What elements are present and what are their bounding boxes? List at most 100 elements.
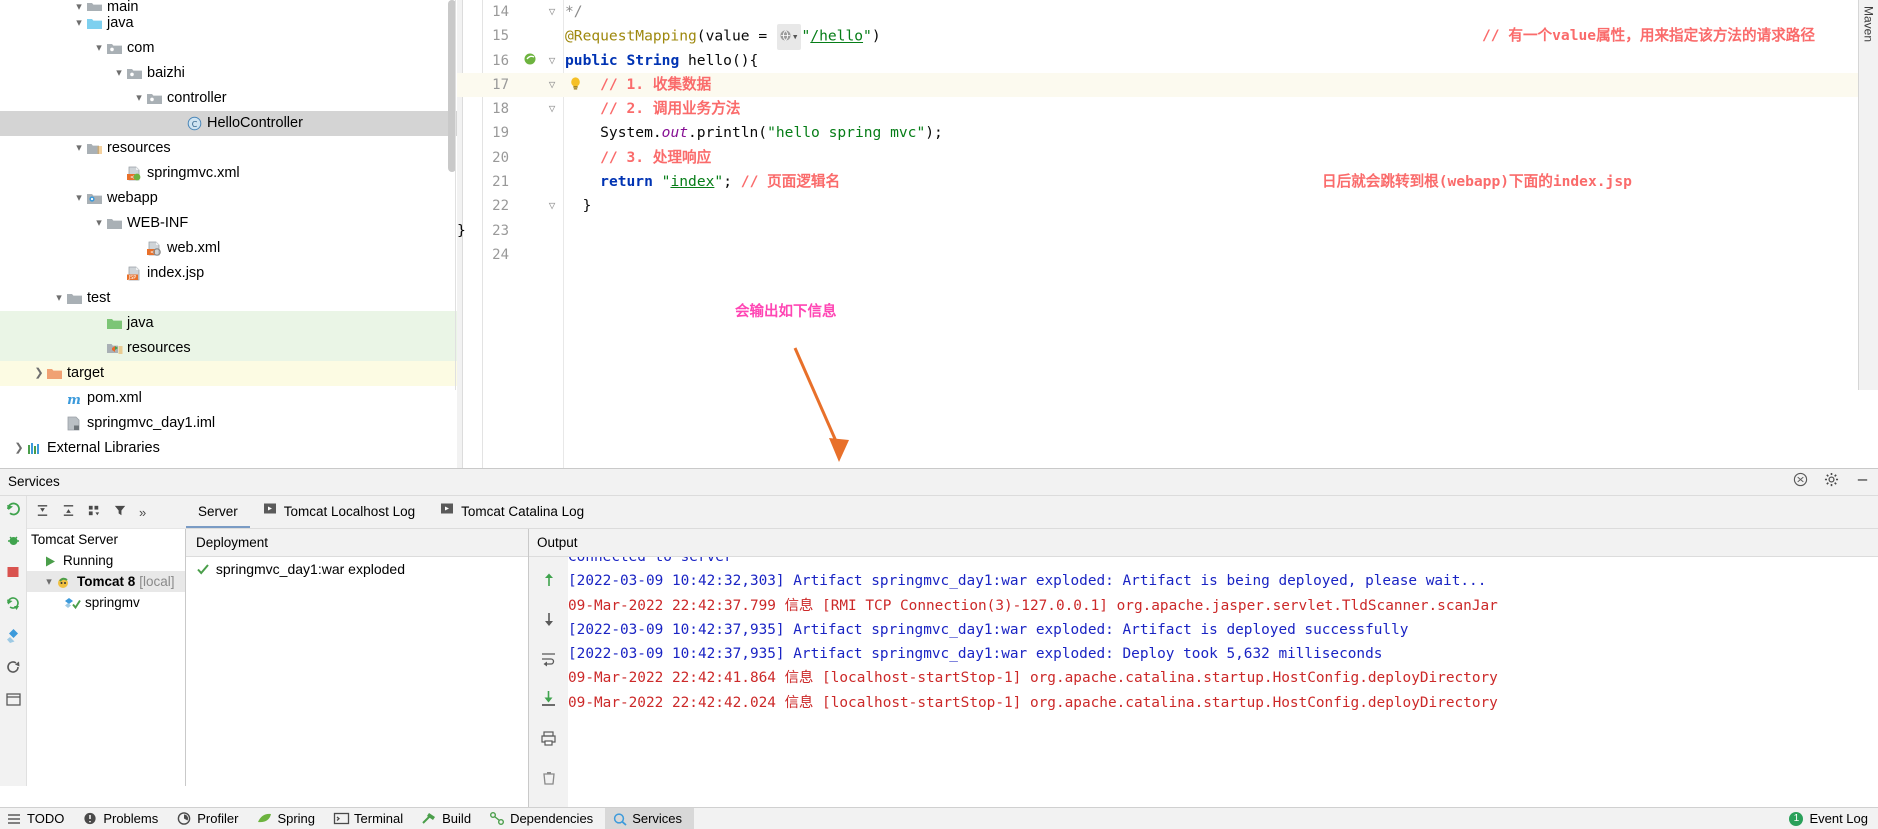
group-icon[interactable]: [87, 503, 102, 521]
project-tree-row[interactable]: ▾ java: [0, 11, 457, 36]
debug-icon[interactable]: [5, 532, 22, 552]
project-tree-row[interactable]: ▾JSP index.jsp: [0, 261, 457, 286]
tree-expand-arrow-icon[interactable]: ▾: [92, 36, 106, 61]
project-tree-row[interactable]: ▾< web.xml: [0, 236, 457, 261]
status-bar-item[interactable]: Profiler: [170, 808, 250, 829]
restart-icon[interactable]: [5, 659, 22, 679]
status-bar-item[interactable]: Services: [605, 807, 695, 829]
maven-tool-strip[interactable]: Maven: [1858, 0, 1878, 390]
code-fold-marker[interactable]: ▽: [545, 73, 559, 97]
project-tree-row[interactable]: ❯ External Libraries: [0, 436, 457, 461]
services-tab[interactable]: Tomcat Localhost Log: [250, 495, 427, 528]
expand-all-icon[interactable]: [35, 503, 50, 521]
services-tab[interactable]: Server: [186, 495, 250, 528]
redeploy-icon[interactable]: [5, 595, 22, 615]
rerun-icon[interactable]: [5, 500, 22, 520]
help-icon[interactable]: [1793, 472, 1808, 490]
code-editor[interactable]: 14 ▽ */ 15 @RequestMapping(value = ▾ "/hello…: [457, 0, 1878, 468]
scroll-to-end-icon[interactable]: [540, 690, 557, 710]
tree-expand-arrow-icon[interactable]: ▾: [72, 11, 86, 36]
project-tree-row[interactable]: ▾ controller: [0, 86, 457, 111]
project-tree-row[interactable]: ▾ springmvc_day1.iml: [0, 411, 457, 436]
deployment-column[interactable]: Deployment springmvc_day1:war exploded: [186, 529, 529, 829]
deploy-icon[interactable]: [5, 627, 22, 647]
tree-expand-arrow-icon[interactable]: ▾: [172, 111, 186, 136]
tree-expand-arrow-icon[interactable]: ❯: [32, 361, 46, 386]
services-run-toolbar[interactable]: [0, 496, 27, 786]
tree-expand-arrow-icon[interactable]: ▾: [52, 386, 66, 411]
code-line[interactable]: 21 return "index"; // 页面逻辑名 日后就会跳转到根(weba…: [457, 170, 1878, 194]
project-tree-row[interactable]: ▾ java: [0, 311, 457, 336]
code-line[interactable]: 16 ▽ public String hello(){: [457, 49, 1878, 73]
status-bar-item[interactable]: Problems: [76, 808, 170, 829]
project-tree-row[interactable]: ▾ WEB-INF: [0, 211, 457, 236]
output-side-toolbar[interactable]: [529, 557, 568, 829]
project-tree-row[interactable]: ▾ com: [0, 36, 457, 61]
project-tree-row[interactable]: ▾ main: [0, 0, 457, 11]
project-tree-row[interactable]: ▾ C HelloController: [0, 111, 457, 136]
code-line[interactable]: 20 // 3. 处理响应: [457, 146, 1878, 170]
services-tree-row[interactable]: Tomcat Server: [27, 529, 185, 550]
soft-wrap-icon[interactable]: [540, 650, 557, 670]
down-scroll-icon[interactable]: [541, 611, 557, 630]
tree-expand-arrow-icon[interactable]: ❯: [12, 436, 26, 461]
tree-expand-arrow-icon[interactable]: ▾: [92, 336, 106, 361]
url-reference-icon[interactable]: ▾: [776, 24, 801, 50]
code-line[interactable]: 18 ▽ // 2. 调用业务方法: [457, 97, 1878, 121]
project-tree-row[interactable]: ▾ webapp: [0, 186, 457, 211]
up-scroll-icon[interactable]: [541, 572, 557, 591]
code-line[interactable]: 23}: [457, 219, 1878, 243]
code-fold-marker[interactable]: ▽: [545, 0, 559, 24]
code-line[interactable]: 19 System.out.println("hello spring mvc"…: [457, 121, 1878, 145]
tree-expand-arrow-icon[interactable]: ▾: [72, 136, 86, 161]
project-tree-row[interactable]: ▾ baizhi: [0, 61, 457, 86]
event-log-label[interactable]: Event Log: [1809, 811, 1868, 826]
tree-expand-arrow-icon[interactable]: ▾: [42, 572, 56, 593]
code-fold-marker[interactable]: ▽: [545, 49, 559, 73]
settings-gear-icon[interactable]: [1824, 472, 1839, 490]
panel-divider[interactable]: [455, 0, 456, 390]
minimize-icon[interactable]: [1855, 472, 1870, 490]
tree-expand-arrow-icon[interactable]: ▾: [112, 261, 126, 286]
services-tree-row[interactable]: ▾ Tomcat 8 [local]: [27, 571, 185, 592]
spring-bean-icon[interactable]: [522, 52, 539, 71]
services-tree[interactable]: Tomcat Server Running ▾ Tomcat 8 [local] spri…: [27, 529, 186, 786]
code-line[interactable]: 17 ▽ // 1. 收集数据: [457, 72, 1878, 98]
tree-expand-arrow-icon[interactable]: ▾: [112, 161, 126, 186]
project-tree-row[interactable]: ❯ target: [0, 361, 457, 386]
tree-expand-arrow-icon[interactable]: ▾: [52, 286, 66, 311]
tree-expand-arrow-icon[interactable]: ▾: [72, 186, 86, 211]
code-fold-marker[interactable]: ▽: [545, 97, 559, 121]
project-tree-row[interactable]: ▾< springmvc.xml: [0, 161, 457, 186]
tree-expand-arrow-icon[interactable]: ▾: [92, 211, 106, 236]
status-bar-item[interactable]: Terminal: [327, 808, 415, 829]
tree-expand-arrow-icon[interactable]: ▾: [112, 61, 126, 86]
code-fold-marker[interactable]: ▽: [545, 194, 559, 218]
status-bar-item[interactable]: Spring: [250, 808, 327, 829]
project-tree-row[interactable]: ▾ resources: [0, 336, 457, 361]
more-icon[interactable]: »: [139, 505, 146, 520]
event-log-button[interactable]: 1 Event Log: [1789, 811, 1868, 826]
output-console[interactable]: Connected to server [2022-03-09 10:42:32,…: [568, 557, 1693, 829]
tree-expand-arrow-icon[interactable]: ▾: [92, 311, 106, 336]
services-tab[interactable]: Tomcat Catalina Log: [427, 495, 596, 528]
status-bar-item[interactable]: TODO: [0, 808, 76, 829]
deployment-item[interactable]: springmvc_day1:war exploded: [186, 557, 528, 581]
tree-expand-arrow-icon[interactable]: ▾: [132, 236, 146, 261]
code-line[interactable]: 15 @RequestMapping(value = ▾ "/hello") // 有…: [457, 24, 1878, 50]
print-icon[interactable]: [540, 730, 557, 750]
project-tree-row[interactable]: ▾m pom.xml: [0, 386, 457, 411]
project-tree-row[interactable]: ▾ test: [0, 286, 457, 311]
code-line[interactable]: 22 ▽ }: [457, 194, 1878, 218]
maven-tool-label[interactable]: Maven: [1862, 6, 1876, 42]
services-tree-row[interactable]: springmv: [27, 592, 185, 613]
project-tree-row[interactable]: ▾ resources: [0, 136, 457, 161]
services-tree-row[interactable]: Running: [27, 550, 185, 571]
tree-expand-arrow-icon[interactable]: ▾: [52, 411, 66, 436]
project-tree-panel[interactable]: ▾main▾java▾com▾baizhi▾controller▾CHelloC…: [0, 0, 457, 468]
trash-icon[interactable]: [541, 770, 557, 789]
collapse-all-icon[interactable]: [61, 503, 76, 521]
code-line[interactable]: 24: [457, 243, 1878, 267]
tree-expand-arrow-icon[interactable]: ▾: [132, 86, 146, 111]
status-bar-item[interactable]: Dependencies: [483, 808, 605, 829]
